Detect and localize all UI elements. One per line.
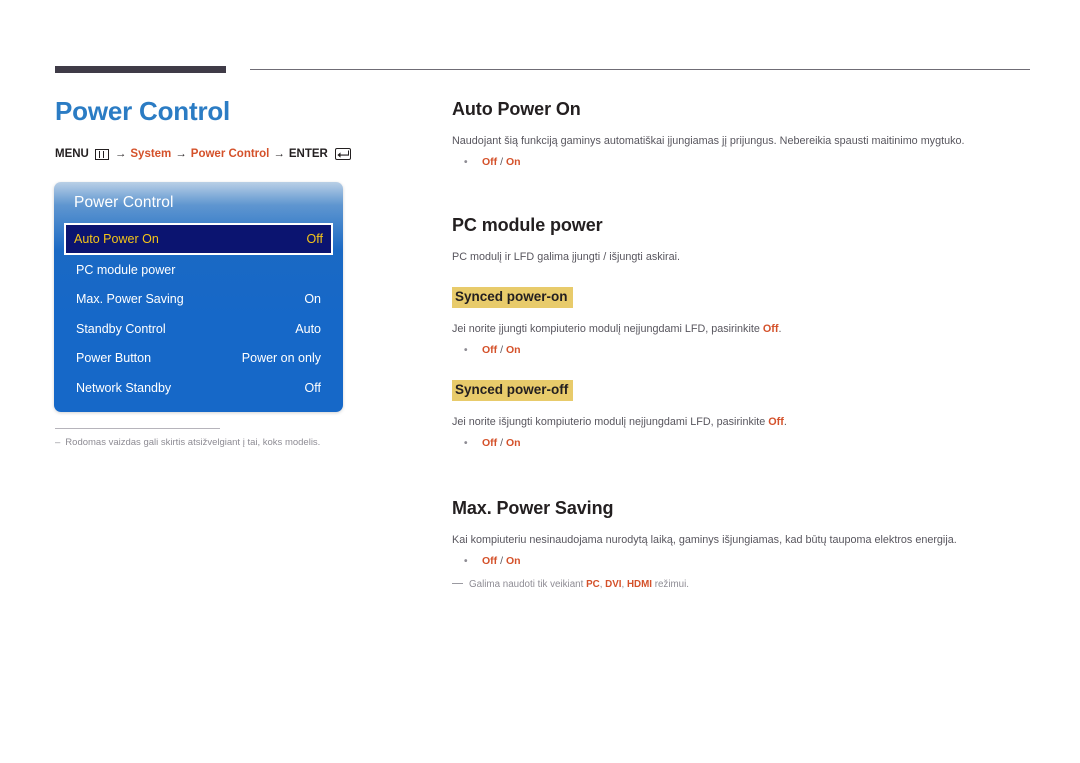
osd-item-value: Power on only [241,351,321,366]
breadcrumb-enter-label: ENTER [288,148,328,160]
list-item: Off / On [452,554,1032,569]
max-power-saving-footnote: Galima naudoti tik veikiant PC, DVI, HDM… [452,578,1032,591]
osd-item-label: Auto Power On [74,232,159,246]
osd-item-label: Standby Control [76,321,166,336]
max-power-saving-description: Kai kompiuteriu nesinaudojama nurodytą l… [452,534,957,546]
footnote-mode-dvi: DVI [605,579,622,590]
header-rule-thick [55,66,226,73]
osd-item-power-button[interactable]: Power Button Power on only [66,344,331,374]
auto-power-on-description: Naudojant šią funkciją gaminys automatiš… [452,135,965,147]
left-column: Power Control MENU → System → Power Cont… [55,95,405,161]
max-power-saving-options: Off / On [452,554,1032,569]
osd-item-value: Off [306,232,323,246]
osd-item-standby-control[interactable]: Standby Control Auto [66,314,331,344]
page-title: Power Control [55,96,231,126]
synced-off-text-post: . [783,416,787,428]
option-off: Off [482,437,498,449]
osd-item-pc-module-power[interactable]: PC module power [66,255,331,285]
osd-panel: Power Control Auto Power On Off PC modul… [54,182,343,412]
option-off: Off [482,156,498,168]
section-heading-pc-module-power: PC module power [452,215,603,235]
breadcrumb-menu-label: MENU [55,148,89,160]
synced-on-text-post: . [778,323,782,335]
left-footnote: – Rodomas vaizdas gali skirtis atsižvelg… [55,436,385,449]
option-separator: / [497,156,506,168]
option-on: On [505,156,521,168]
list-item: Off / On [452,436,1032,451]
option-on: On [505,555,521,567]
auto-power-on-options: Off / On [452,155,1032,170]
synced-power-on-description: Jei norite įjungti kompiuterio modulį ne… [452,322,1032,337]
osd-item-label: Max. Power Saving [76,292,184,307]
osd-item-network-standby[interactable]: Network Standby Off [66,373,331,403]
osd-item-label: Power Button [76,351,152,366]
pc-module-power-description: PC modulį ir LFD galima įjungti / išjung… [452,251,681,263]
footnote-mode-pc: PC [586,579,600,590]
option-off: Off [482,555,498,567]
synced-power-on-options: Off / On [452,343,1032,358]
synced-off-text-bold: Off [768,416,784,428]
breadcrumb-arrow-2: → [175,148,187,160]
synced-off-text-pre: Jei norite išjungti kompiuterio modulį n… [452,416,769,428]
synced-on-text-bold: Off [762,323,779,335]
option-separator: / [497,344,506,356]
osd-item-label: Network Standby [76,380,172,395]
option-on: On [505,437,521,449]
footnote-dash: – [55,437,61,448]
option-separator: / [497,555,506,567]
enter-key-icon [334,148,351,160]
breadcrumb-step-power-control[interactable]: Power Control [191,147,270,161]
breadcrumb-arrow-3: → [273,148,285,160]
left-footnote-rule [55,428,220,429]
osd-item-label: PC module power [76,262,176,277]
header-rule-thin [250,69,1030,70]
osd-menu-list: Auto Power On Off PC module power Max. P… [54,223,343,403]
synced-power-off-options: Off / On [452,436,1032,451]
osd-panel-title: Power Control [74,194,174,211]
option-off: Off [482,344,498,356]
footnote-text: Rodomas vaizdas gali skirtis atsižvelgia… [65,437,321,448]
footnote-mode-hdmi: HDMI [626,579,652,590]
list-item: Off / On [452,155,1032,170]
synced-power-off-description: Jei norite išjungti kompiuterio modulį n… [452,415,1032,430]
breadcrumb-step-system[interactable]: System [130,147,171,161]
breadcrumb: MENU → System → Power Control → ENTER [55,147,405,161]
osd-item-value: Off [304,380,321,395]
osd-item-value: Auto [295,321,321,336]
list-item: Off / On [452,343,1032,358]
osd-item-value: On [304,292,321,307]
subheading-synced-power-on: Synced power-on [452,287,573,308]
option-on: On [505,344,521,356]
footnote-text-post: režimui. [652,579,690,590]
option-separator: / [497,437,506,449]
section-heading-max-power-saving: Max. Power Saving [452,498,614,518]
footnote-text-pre: Galima naudoti tik veikiant [469,579,587,590]
section-heading-auto-power-on: Auto Power On [452,99,581,119]
osd-item-auto-power-on[interactable]: Auto Power On Off [64,223,333,255]
synced-on-text-pre: Jei norite įjungti kompiuterio modulį ne… [452,323,763,335]
breadcrumb-arrow-1: → [114,148,127,160]
subheading-synced-power-off: Synced power-off [452,380,574,401]
right-column: Auto Power On Naudojant šią funkciją gam… [452,98,1032,591]
menu-grid-icon [94,148,109,160]
osd-item-max-power-saving[interactable]: Max. Power Saving On [66,285,331,315]
